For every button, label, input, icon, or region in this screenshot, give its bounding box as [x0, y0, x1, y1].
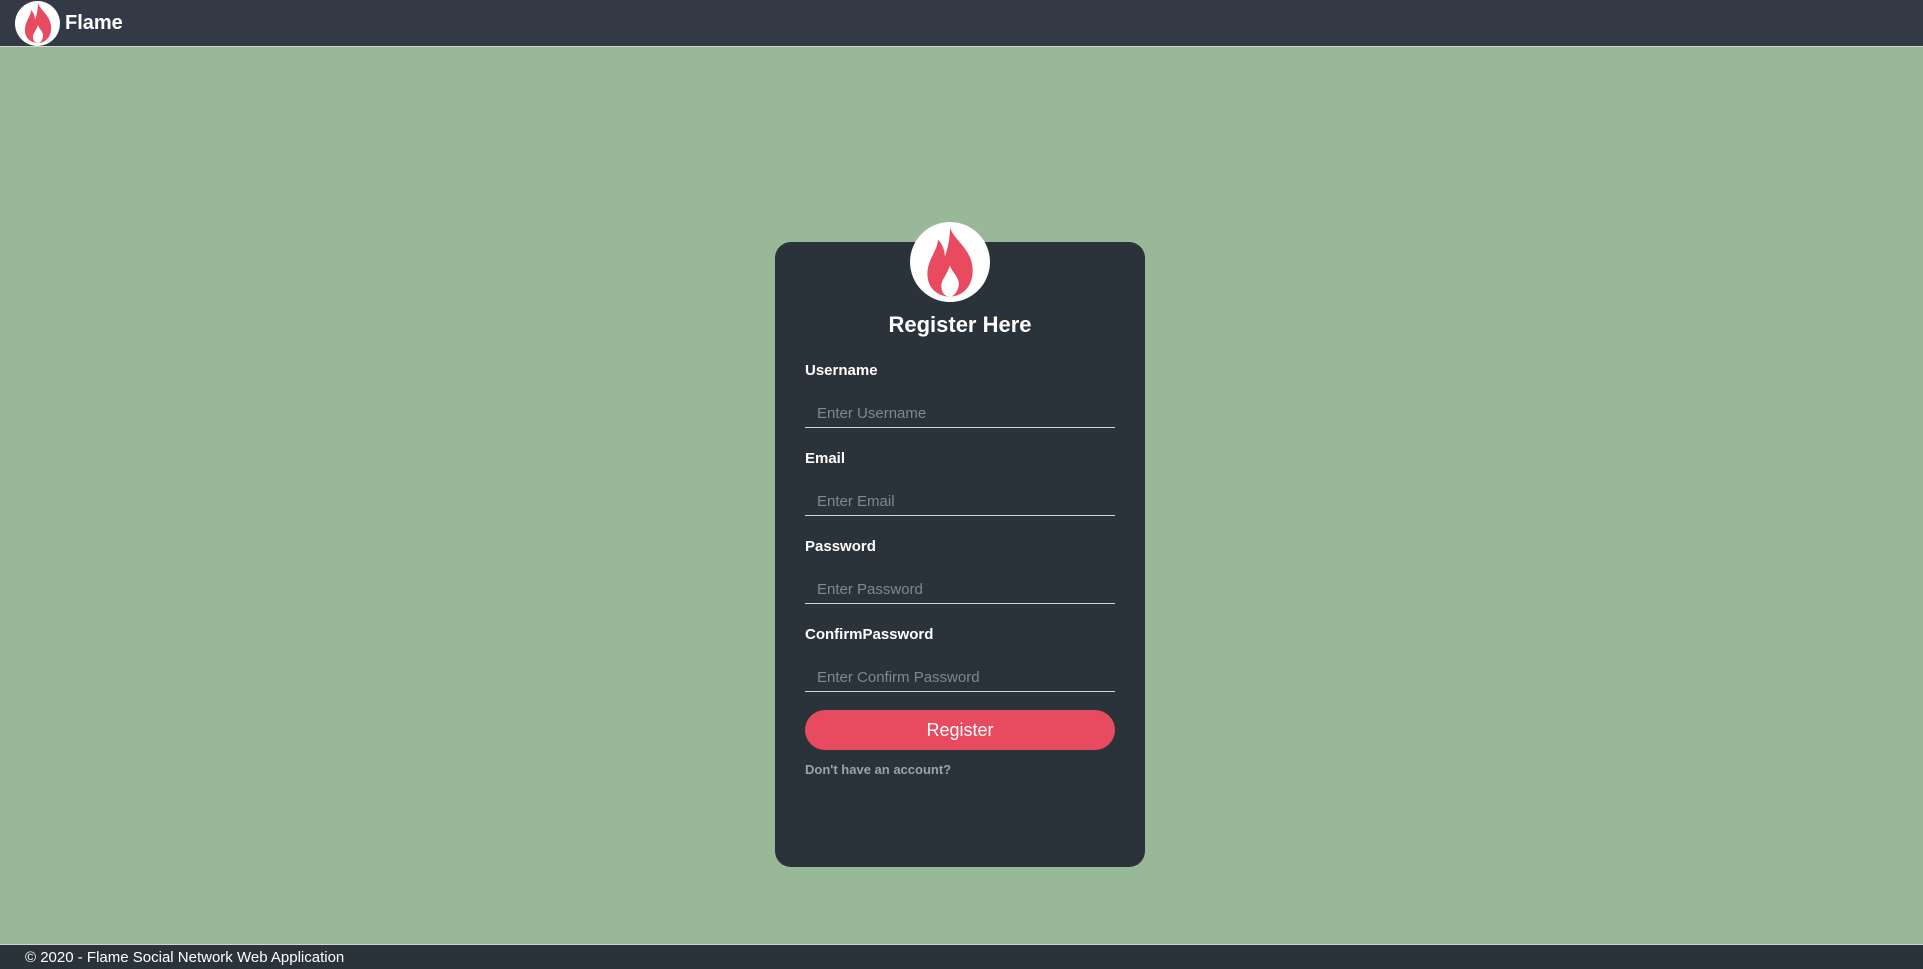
top-navbar: Flame [0, 0, 1923, 47]
card-logo [910, 222, 990, 302]
brand-name[interactable]: Flame [65, 12, 123, 35]
footer-text: © 2020 - Flame Social Network Web Applic… [25, 948, 345, 966]
password-label: Password [805, 538, 876, 555]
footer: © 2020 - Flame Social Network Web Applic… [0, 944, 1923, 969]
password-field-group: Password [805, 538, 1115, 604]
password-input[interactable] [805, 576, 1115, 604]
flame-logo[interactable] [15, 0, 60, 46]
email-input[interactable] [805, 488, 1115, 516]
card-title: Register Here [888, 312, 1032, 337]
confirm-password-label: ConfirmPassword [805, 626, 934, 643]
email-field-group: Email [805, 450, 1115, 516]
register-button[interactable]: Register [805, 710, 1115, 750]
username-input[interactable] [805, 400, 1115, 428]
username-field-group: Username [805, 362, 1115, 428]
account-link[interactable]: Don't have an account? [805, 762, 951, 777]
email-label: Email [805, 450, 846, 467]
register-card: Register Here Username Email Password Co… [775, 222, 1145, 867]
flame-icon [24, 3, 51, 43]
username-label: Username [805, 362, 878, 379]
confirm-password-field-group: ConfirmPassword [805, 626, 1115, 692]
flame-icon [927, 227, 973, 297]
confirm-password-input[interactable] [805, 664, 1115, 692]
